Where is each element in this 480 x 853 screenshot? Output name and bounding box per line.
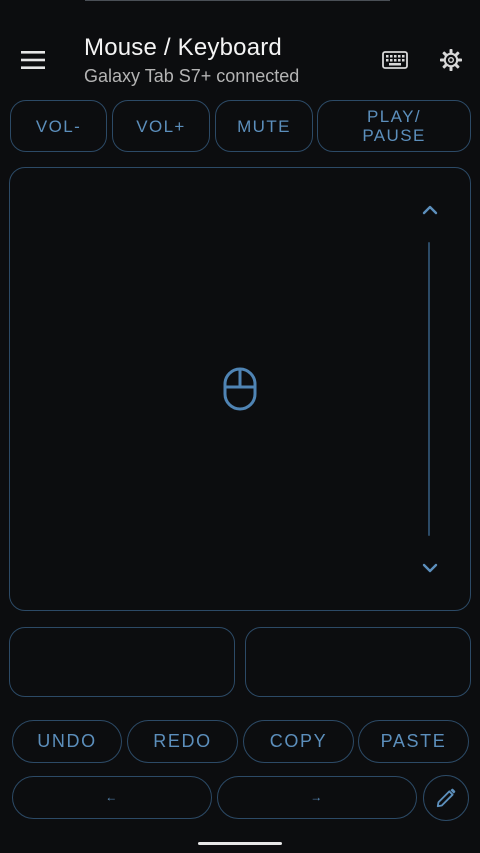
scroll-track[interactable] (428, 242, 430, 536)
edit-pencil-button[interactable] (423, 775, 469, 821)
menu-button[interactable] (10, 38, 56, 82)
menu-icon (21, 51, 45, 69)
left-click-button[interactable] (9, 627, 235, 697)
play-pause-button[interactable]: PLAY/ PAUSE (317, 100, 471, 152)
mouse-icon (223, 367, 257, 411)
home-indicator[interactable] (198, 842, 282, 845)
status-bar-divider (85, 0, 390, 1)
volume-up-button[interactable]: VOL+ (112, 100, 210, 152)
play-pause-label-line2: PAUSE (362, 126, 426, 145)
settings-button[interactable] (431, 40, 471, 80)
arrow-right-button[interactable]: → (217, 776, 417, 819)
volume-down-button[interactable]: VOL- (10, 100, 107, 152)
pencil-icon (436, 788, 456, 808)
right-click-button[interactable] (245, 627, 471, 697)
mute-button[interactable]: MUTE (215, 100, 313, 152)
paste-button[interactable]: PASTE (358, 720, 469, 763)
page-title: Mouse / Keyboard (84, 34, 282, 61)
keyboard-button[interactable] (375, 40, 415, 80)
gear-icon (440, 49, 462, 71)
redo-button[interactable]: REDO (127, 720, 238, 763)
keyboard-icon (382, 51, 408, 69)
chevron-down-icon[interactable] (418, 556, 442, 580)
connection-status: Galaxy Tab S7+ connected (84, 66, 300, 86)
undo-button[interactable]: UNDO (12, 720, 122, 763)
play-pause-label-line1: PLAY/ (367, 107, 421, 126)
arrow-left-button[interactable]: ← (12, 776, 212, 819)
copy-button[interactable]: COPY (243, 720, 354, 763)
chevron-up-icon[interactable] (418, 198, 442, 222)
